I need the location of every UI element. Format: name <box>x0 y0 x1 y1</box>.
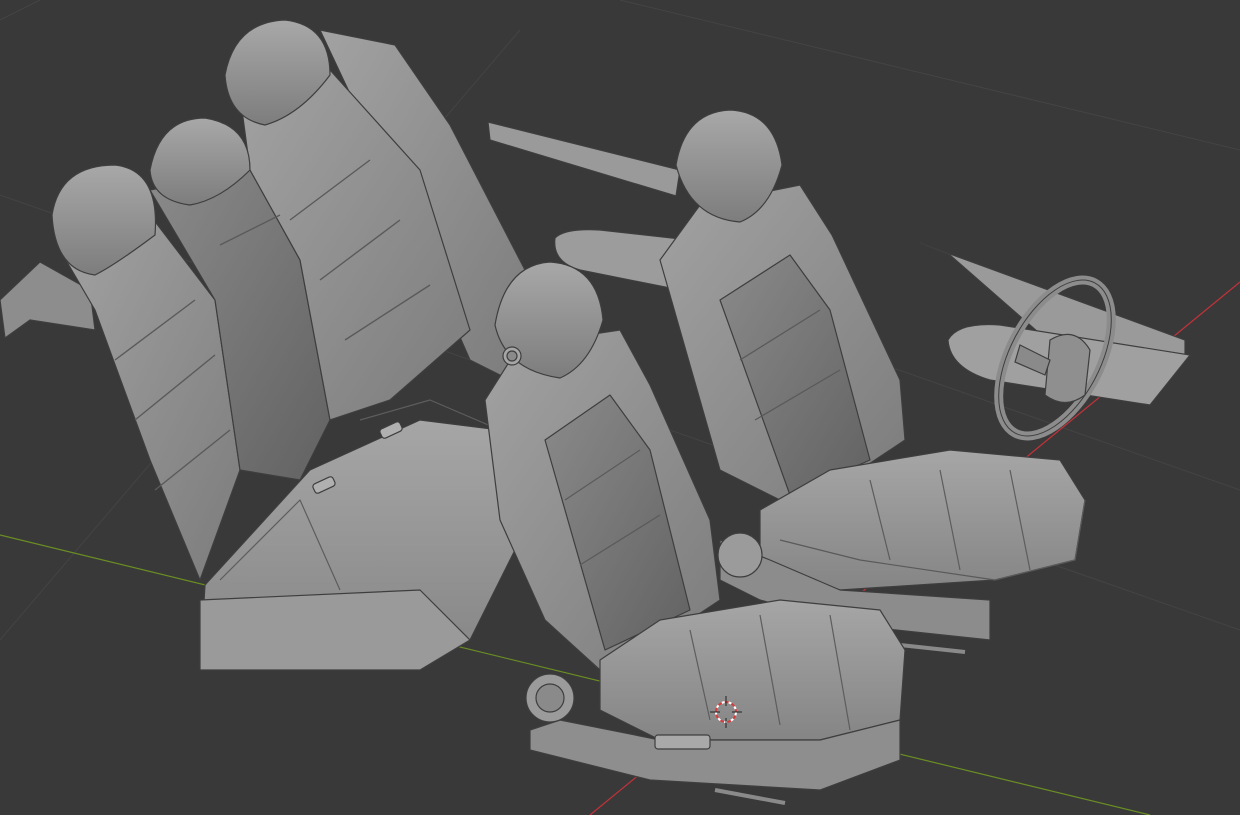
3d-viewport[interactable] <box>0 0 1240 815</box>
rear-bench-seat[interactable] <box>0 19 531 671</box>
viewport-canvas[interactable] <box>0 0 1240 815</box>
